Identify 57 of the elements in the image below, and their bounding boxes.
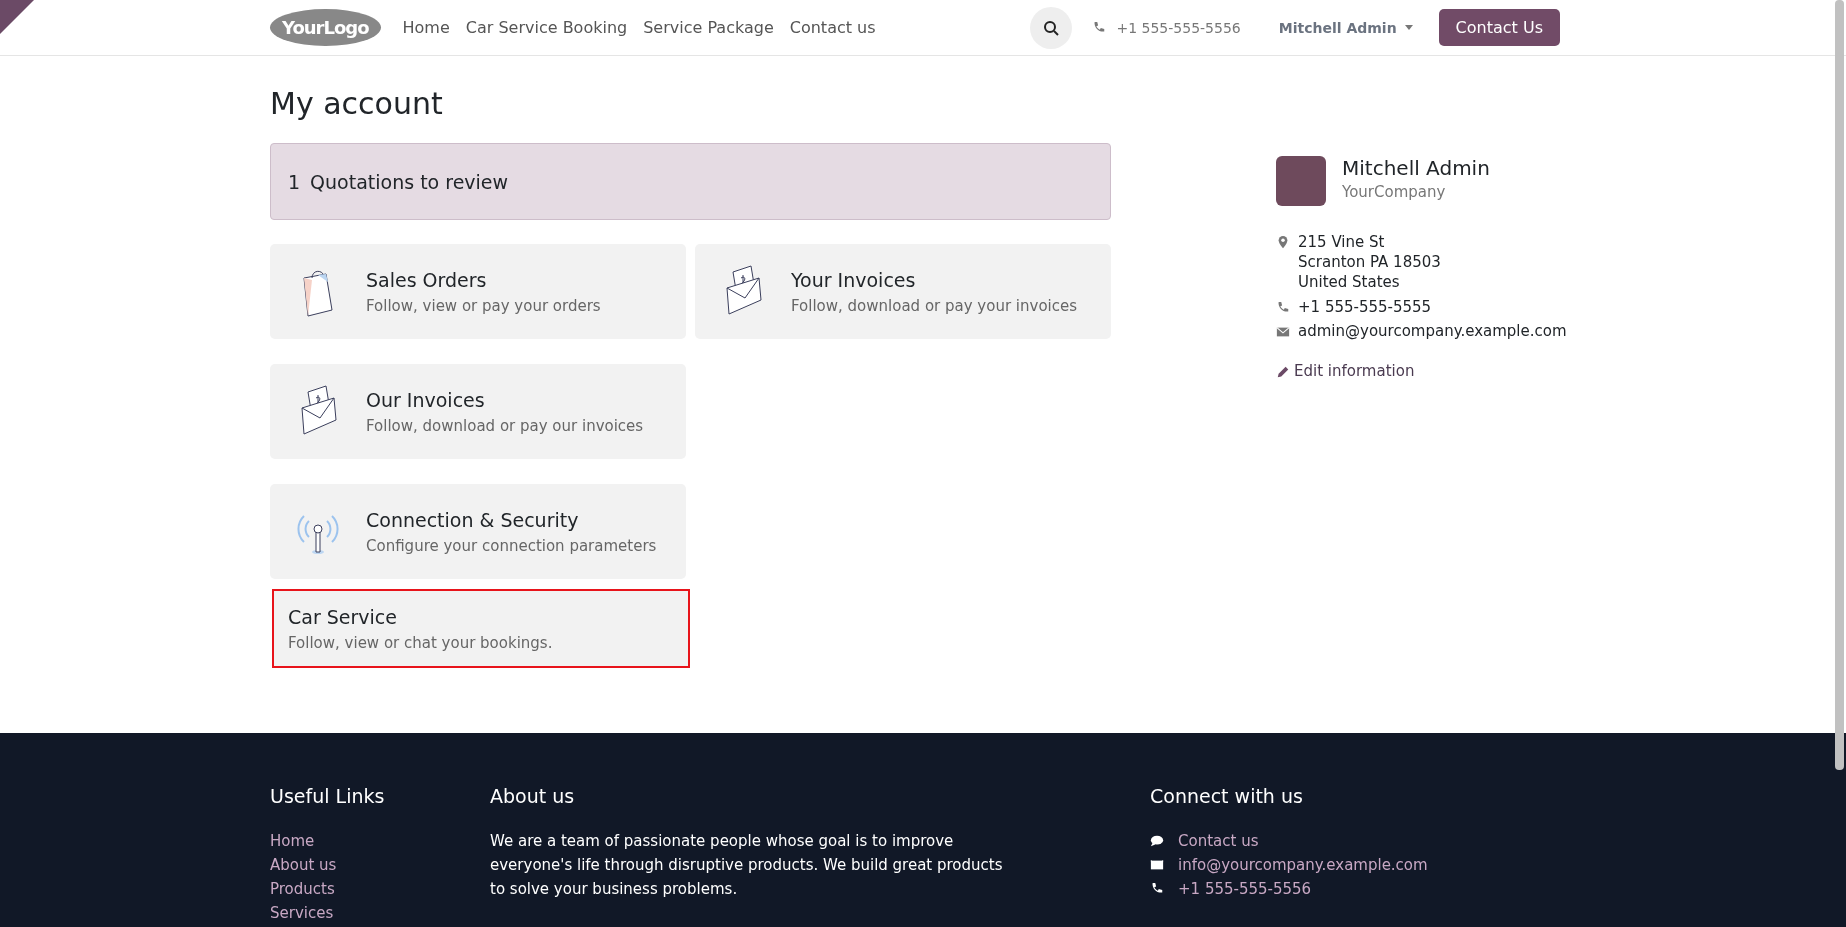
avatar-placeholder [1276,156,1326,206]
nav-link[interactable]: Car Service Booking [465,18,628,37]
footer-link[interactable]: Products [270,877,490,901]
footer-link[interactable]: About us [270,853,490,877]
footer-link[interactable]: info@yourcompany.example.com [1178,853,1428,877]
page-title: My account [270,86,444,121]
profile-name: Mitchell Admin [1342,156,1490,180]
contact-button[interactable]: Contact Us [1438,9,1560,46]
envelope-icon [1150,858,1164,872]
card-title: Our Invoices [366,388,486,411]
company-name: YourCompany [1342,183,1447,201]
email-address: admin@yourcompany.example.com [1298,322,1567,340]
footer-heading: Connect with us [1150,785,1304,807]
phone-number: +1 555-555-5555 [1298,298,1432,316]
alert-text: Quotations to review [310,170,509,193]
corner-tab-icon[interactable] [0,0,34,34]
account-card[interactable]: Car Service Follow, view or chat your bookings. [272,589,690,668]
location-pin-icon [1276,235,1290,249]
phone-icon [1092,20,1107,35]
quotation-count: 1 [288,170,301,193]
footer-link[interactable]: Services [270,901,490,925]
card-description: Follow, download or pay your invoices [791,296,1078,315]
quotations-alert[interactable]: 1 Quotations to review [270,143,1111,220]
card-title: Sales Orders [366,268,488,291]
footer-heading: Useful Links [270,785,386,807]
card-description: Configure your connection parameters [366,536,657,555]
phone-icon [1276,301,1290,315]
envelope-icon [1276,325,1290,339]
phone-icon [1150,882,1164,896]
account-card[interactable]: Your Invoices Follow, download or pay your invoices [695,244,1111,339]
nav-link[interactable]: Home [402,18,450,37]
nav-link[interactable]: Service Package [643,18,774,37]
footer-link[interactable]: Contact us [1178,829,1259,853]
edit-link[interactable]: Edit information [1294,362,1415,380]
pencil-icon [1276,365,1290,379]
chat-bubble-icon [1150,834,1164,848]
account-card[interactable]: Connection & Security Configure your connection parameters [270,484,686,579]
card-description: Follow, view or chat your bookings. [288,633,553,652]
footer-link[interactable]: +1 555-555-5556 [1178,877,1312,901]
card-description: Follow, view or pay your orders [366,296,601,315]
account-card[interactable]: Our Invoices Follow, download or pay our invoices [270,364,686,459]
user-menu[interactable]: Mitchell Admin [1278,19,1413,36]
card-title: Car Service [288,605,398,628]
footer-heading: About us [490,785,576,807]
scrollbar[interactable] [1835,0,1844,770]
nav-link[interactable]: Contact us [789,18,876,37]
card-description: Follow, download or pay our invoices [366,416,644,435]
logo[interactable]: YourLogo [270,9,381,46]
card-title: Your Invoices [791,268,917,291]
search-icon [1043,19,1060,36]
card-title: Connection & Security [366,508,580,531]
footer-link[interactable]: Home [270,829,490,853]
about-text: We are a team of passionate people whose goal is to improve everyone's life through disruptive products. We build great products to solve your business problems. [490,831,1004,900]
account-card[interactable]: Sales Orders Follow, view or pay your orders [270,244,686,339]
caret-icon [1404,25,1413,30]
phone-number[interactable]: +1 555-555-5556 [1116,19,1241,36]
address: 215 Vine St Scranton PA 18503 United States [1298,232,1441,292]
